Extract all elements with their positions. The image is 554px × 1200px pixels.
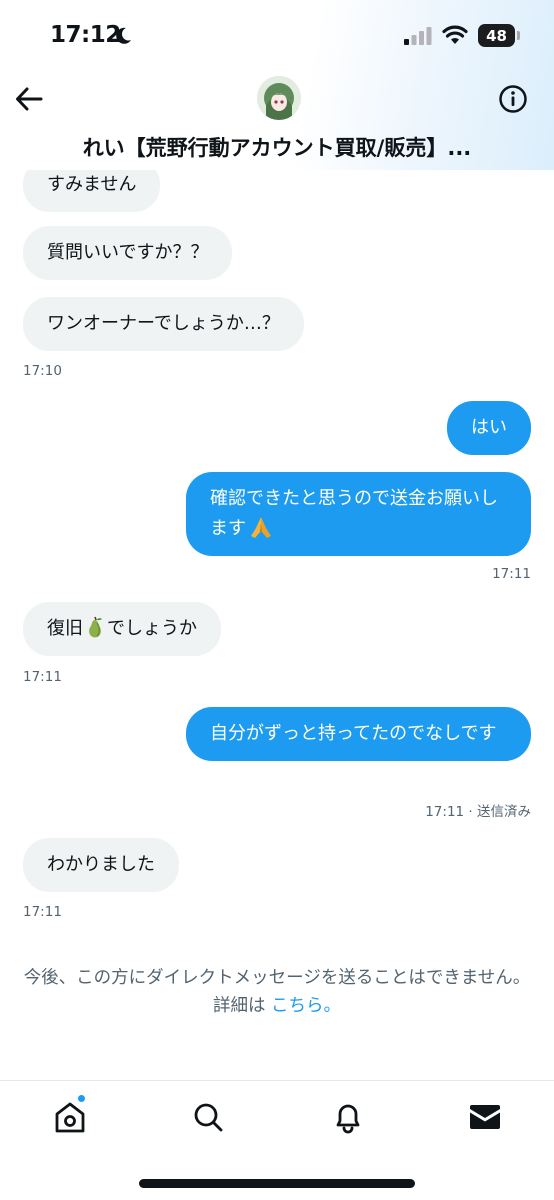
home-icon[interactable] (52, 1099, 88, 1135)
conversation-title[interactable]: れい【荒野行動アカウント買取/販売】... (0, 132, 554, 162)
message-timestamp: 17:11 (23, 669, 62, 685)
message-list[interactable]: すみません 質問いいですか？？ ワンオーナーでしょうか…？ 17:10 はい 確… (0, 170, 554, 1080)
message-bubble-received[interactable]: 復旧 でしょうか (23, 602, 221, 656)
signal-icon (404, 27, 432, 45)
message-timestamp-sent-status: 17:11 · 送信済み (425, 804, 531, 820)
dm-restricted-notice: 今後、この方にダイレクトメッセージを送ることはできません。詳細は こちら。 (0, 964, 554, 1020)
message-bubble-received[interactable]: すみません (23, 170, 161, 212)
status-time: 17:12 (50, 22, 121, 48)
avatar-image (257, 76, 301, 120)
battery-level: 48 (486, 26, 507, 45)
message-timestamp: 17:11 (492, 566, 531, 582)
message-bubble-sent[interactable]: 自分がずっと持ってたのでなしです (186, 707, 531, 761)
search-icon[interactable] (190, 1099, 226, 1135)
avatar[interactable] (257, 76, 301, 120)
info-icon[interactable] (498, 84, 528, 114)
message-text-part: でしょうか (107, 618, 197, 639)
message-bubble-sent[interactable]: はい (447, 401, 531, 455)
message-text-part: 復旧 (47, 618, 83, 639)
moon-icon (116, 27, 131, 44)
wifi-icon (442, 25, 468, 44)
message-bubble-sent[interactable]: 確認できたと思うので送金お願いします (186, 472, 531, 556)
home-indicator[interactable] (139, 1179, 415, 1188)
home-notification-badge (77, 1094, 86, 1103)
message-bubble-received[interactable]: わかりました (23, 838, 179, 892)
battery-cap (517, 31, 520, 40)
notifications-icon[interactable] (330, 1099, 366, 1135)
battery-indicator: 48 (478, 24, 515, 47)
message-timestamp: 17:10 (23, 363, 62, 379)
conversation-header: 17:12 48 れい【荒野行動アカウント買取/販売】... (0, 0, 554, 170)
message-bubble-received[interactable]: 質問いいですか？？ (23, 226, 233, 280)
message-bubble-received[interactable]: ワンオーナーでしょうか…？ (23, 297, 304, 351)
learn-more-link[interactable]: こちら。 (271, 996, 341, 1016)
messages-icon[interactable] (467, 1099, 503, 1135)
message-timestamp: 17:11 (23, 904, 62, 920)
folded-hands-icon (251, 517, 271, 538)
pear-icon (89, 616, 102, 638)
status-bar: 17:12 48 (0, 0, 554, 72)
back-arrow-icon[interactable] (14, 84, 44, 114)
